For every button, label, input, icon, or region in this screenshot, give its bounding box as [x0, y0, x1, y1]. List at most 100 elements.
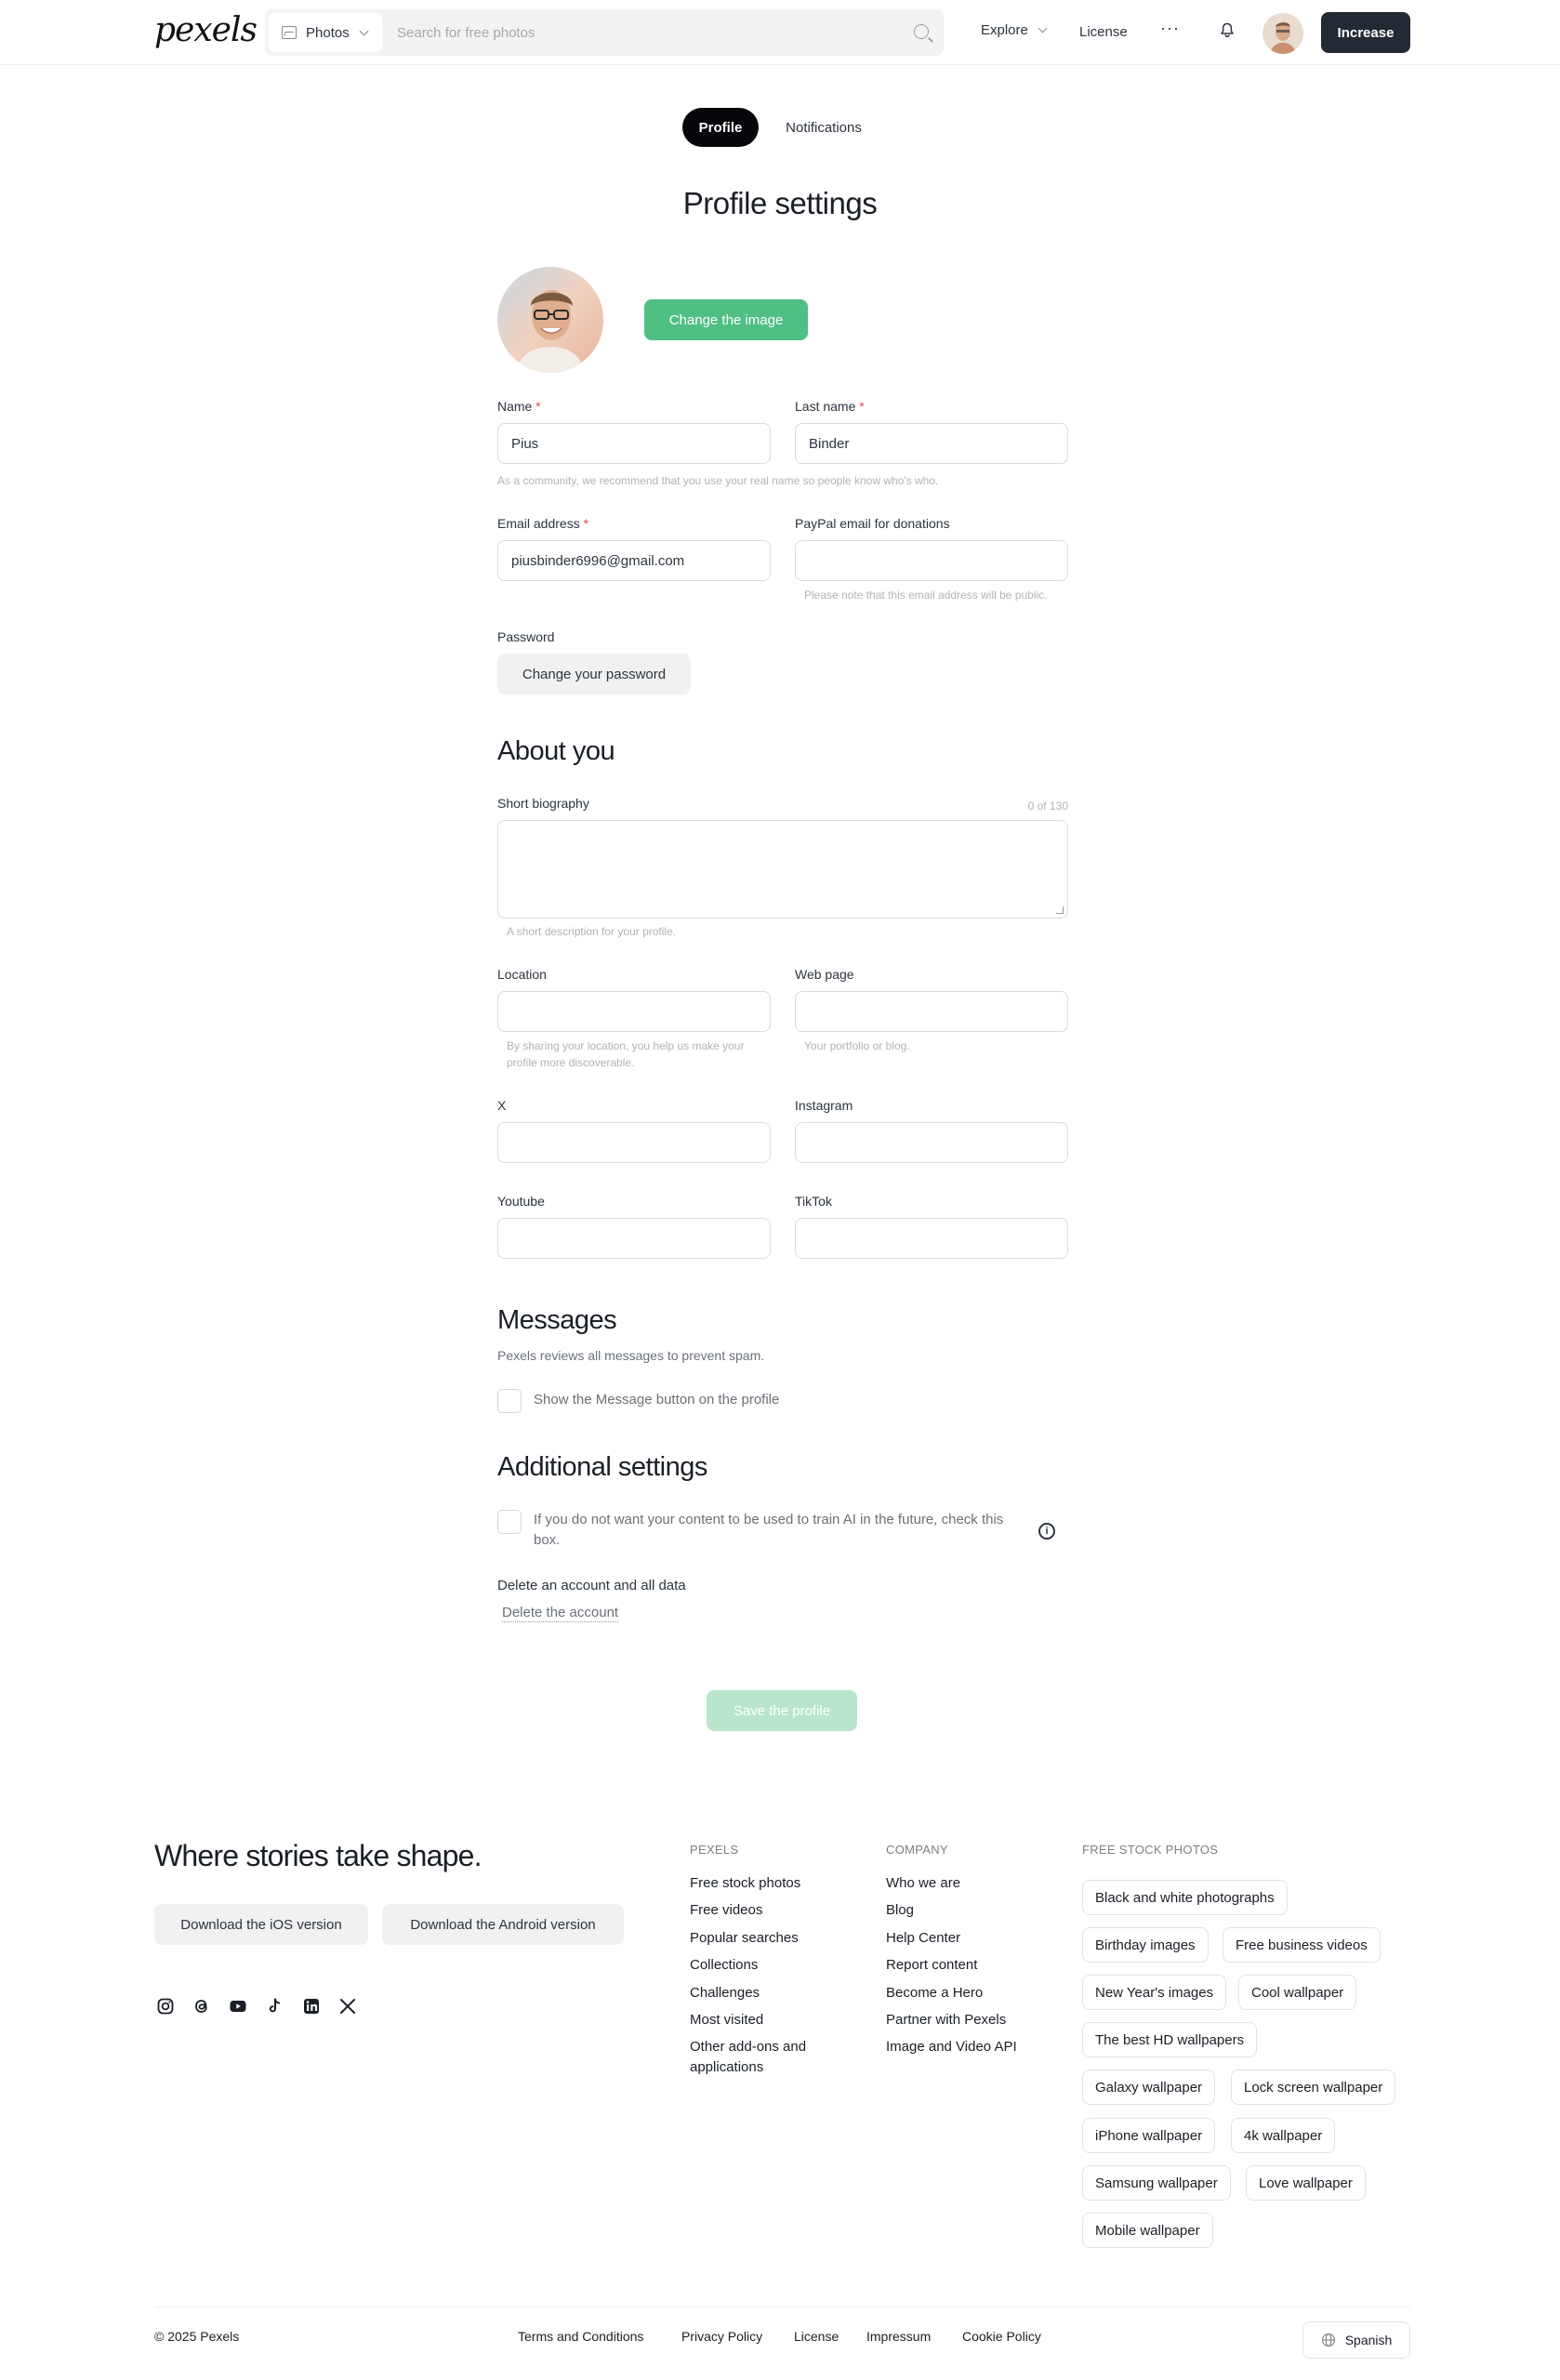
language-label: Spanish — [1344, 2333, 1393, 2347]
footer-col-company-heading: COMPANY — [886, 1843, 948, 1857]
tag-chip[interactable]: Free business videos — [1223, 1927, 1381, 1963]
linkedin-icon[interactable] — [302, 1997, 321, 2016]
chevron-down-icon — [359, 26, 369, 35]
location-label: Location — [497, 967, 547, 982]
footer-link[interactable]: Challenges — [690, 1983, 829, 2010]
x-field[interactable] — [497, 1122, 771, 1163]
footer-link[interactable]: Report content — [886, 1955, 1017, 1982]
tag-chip[interactable]: Mobile wallpaper — [1082, 2213, 1213, 2248]
paypal-hint: Please note that this email address will… — [804, 588, 1048, 602]
info-icon[interactable]: i — [1038, 1523, 1055, 1540]
privacy-link[interactable]: Privacy Policy — [681, 2329, 762, 2344]
bio-textarea[interactable] — [497, 820, 1068, 919]
messages-heading: Messages — [497, 1305, 617, 1335]
bio-hint: A short description for your profile. — [507, 925, 677, 938]
footer-link[interactable]: Free stock photos — [690, 1873, 829, 1900]
paypal-email-field[interactable] — [795, 540, 1068, 581]
youtube-label: Youtube — [497, 1194, 545, 1209]
additional-heading: Additional settings — [497, 1452, 707, 1482]
tag-chip[interactable]: Black and white photographs — [1082, 1880, 1288, 1915]
tab-notifications[interactable]: Notifications — [768, 108, 879, 147]
delete-account-link[interactable]: Delete the account — [502, 1605, 619, 1622]
x-icon[interactable] — [338, 1997, 357, 2016]
search-icon[interactable] — [914, 24, 929, 39]
footer-link[interactable]: Popular searches — [690, 1928, 829, 1955]
footer-link[interactable]: Other add-ons and applications — [690, 2037, 829, 2085]
tag-chip[interactable]: 4k wallpaper — [1231, 2118, 1336, 2153]
terms-link[interactable]: Terms and Conditions — [518, 2329, 643, 2344]
more-menu-icon[interactable]: ··· — [1160, 19, 1180, 38]
change-image-button[interactable]: Change the image — [644, 299, 808, 340]
footer-link[interactable]: Who we are — [886, 1873, 1017, 1900]
about-heading: About you — [497, 736, 615, 766]
download-ios-button[interactable]: Download the iOS version — [154, 1904, 368, 1945]
page-title: Profile settings — [682, 186, 878, 220]
paypal-label: PayPal email for donations — [795, 516, 950, 531]
copyright: © 2025 Pexels — [154, 2329, 240, 2344]
search-type-dropdown[interactable]: Photos — [269, 13, 382, 52]
cookie-policy-link[interactable]: Cookie Policy — [962, 2329, 1041, 2344]
webpage-field[interactable] — [795, 991, 1068, 1032]
ai-optout-checkbox[interactable] — [497, 1510, 522, 1534]
tag-chip[interactable]: Cool wallpaper — [1238, 1975, 1357, 2010]
impressum-link[interactable]: Impressum — [866, 2329, 931, 2344]
tag-chip[interactable]: Lock screen wallpaper — [1231, 2069, 1396, 2105]
youtube-field[interactable] — [497, 1218, 771, 1259]
tiktok-icon[interactable] — [265, 1997, 284, 2016]
footer-link[interactable]: Help Center — [886, 1928, 1017, 1955]
explore-menu[interactable]: Explore — [981, 22, 1048, 38]
message-checkbox-label: Show the Message button on the profile — [534, 1392, 780, 1408]
bell-icon[interactable] — [1220, 22, 1235, 38]
footer-link[interactable]: Partner with Pexels — [886, 2010, 1017, 2037]
instagram-icon[interactable] — [156, 1997, 175, 2016]
x-label: X — [497, 1098, 507, 1113]
threads-icon[interactable] — [192, 1997, 211, 2016]
download-android-button[interactable]: Download the Android version — [382, 1904, 624, 1945]
youtube-icon[interactable] — [229, 1997, 247, 2016]
delete-account-label: Delete an account and all data — [497, 1578, 686, 1593]
pexels-logo[interactable]: pexels — [154, 11, 258, 49]
footer-link[interactable]: Most visited — [690, 2010, 829, 2037]
footer-link[interactable]: Become a Hero — [886, 1983, 1017, 2010]
footer-col-pexels: Free stock photos Free videos Popular se… — [690, 1873, 829, 2085]
save-profile-button[interactable]: Save the profile — [707, 1690, 857, 1731]
tiktok-field[interactable] — [795, 1218, 1068, 1259]
instagram-field[interactable] — [795, 1122, 1068, 1163]
lastname-field[interactable]: Binder — [795, 423, 1068, 464]
license-link[interactable]: License — [1079, 24, 1128, 40]
webpage-hint: Your portfolio or blog. — [804, 1039, 910, 1052]
message-button-checkbox[interactable] — [497, 1389, 522, 1413]
tag-chip[interactable]: Galaxy wallpaper — [1082, 2069, 1216, 2105]
increase-button[interactable]: Increase — [1321, 12, 1410, 53]
tag-chip[interactable]: Love wallpaper — [1246, 2165, 1366, 2201]
globe-icon — [1321, 2333, 1335, 2347]
search-input[interactable] — [397, 9, 880, 56]
footer-link[interactable]: Blog — [886, 1900, 1017, 1927]
top-nav: pexels Photos Explore License ··· Increa… — [0, 0, 1560, 65]
ai-checkbox-label: If you do not want your content to be us… — [534, 1512, 1004, 1548]
tab-profile[interactable]: Profile — [682, 108, 759, 147]
name-field[interactable]: Pius — [497, 423, 771, 464]
tag-chip[interactable]: Samsung wallpaper — [1082, 2165, 1231, 2201]
change-password-button[interactable]: Change your password — [497, 654, 691, 694]
explore-label: Explore — [981, 22, 1028, 38]
footer-col-pexels-heading: PEXELS — [690, 1843, 739, 1857]
footer-col-company: Who we are Blog Help Center Report conte… — [886, 1873, 1017, 2065]
tag-chip[interactable]: New Year's images — [1082, 1975, 1227, 2010]
chevron-down-icon — [1038, 23, 1048, 33]
footer-link[interactable]: Free videos — [690, 1900, 829, 1927]
location-field[interactable] — [497, 991, 771, 1032]
tag-chip[interactable]: The best HD wallpapers — [1082, 2022, 1258, 2057]
resize-handle-icon[interactable] — [1056, 906, 1064, 914]
email-field[interactable]: piusbinder6996@gmail.com — [497, 540, 771, 581]
user-avatar[interactable] — [1263, 13, 1303, 54]
license-footer-link[interactable]: License — [794, 2329, 839, 2344]
tag-chip[interactable]: iPhone wallpaper — [1082, 2118, 1216, 2153]
footer-link[interactable]: Collections — [690, 1955, 829, 1982]
lastname-label: Last name * — [795, 399, 865, 414]
language-selector[interactable]: Spanish — [1302, 2321, 1410, 2359]
footer-link[interactable]: Image and Video API — [886, 2037, 1017, 2064]
footer-tagline: Where stories take shape. — [154, 1839, 483, 1872]
bio-label: Short biography — [497, 796, 589, 811]
tag-chip[interactable]: Birthday images — [1082, 1927, 1209, 1963]
